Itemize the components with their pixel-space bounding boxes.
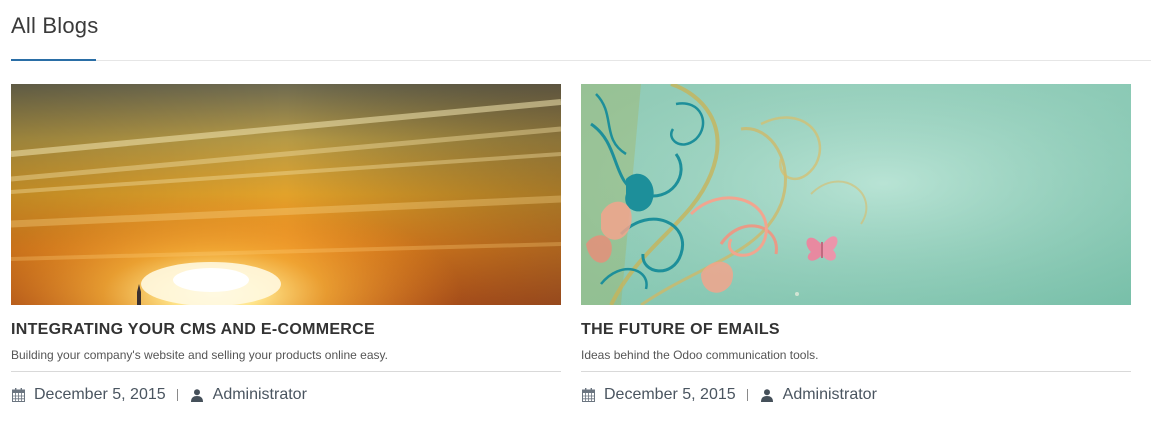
post-date: December 5, 2015 <box>604 386 736 403</box>
title-underline <box>11 59 96 61</box>
post-subtitle: Building your company's website and sell… <box>11 348 388 362</box>
post-date: December 5, 2015 <box>34 386 166 403</box>
post-author[interactable]: Administrator <box>213 386 307 404</box>
blog-post-card: INTEGRATING YOUR CMS AND E-COMMERCE Buil… <box>11 84 561 406</box>
blog-post-card: THE FUTURE OF EMAILS Ideas behind the Od… <box>581 84 1131 406</box>
page-title: All Blogs <box>11 13 99 38</box>
user-icon <box>760 387 774 403</box>
post-title[interactable]: THE FUTURE OF EMAILS <box>581 320 1131 340</box>
post-title[interactable]: INTEGRATING YOUR CMS AND E-COMMERCE <box>11 320 561 340</box>
blog-listing-page: All Blogs INTEGRATING YOUR CMS AND E-COM… <box>0 0 1159 424</box>
meta-divider <box>746 389 748 401</box>
post-meta: December 5, 2015 Administrator <box>581 384 1131 406</box>
post-subtitle: Ideas behind the Odoo communication tool… <box>581 348 819 362</box>
post-separator <box>581 371 1131 372</box>
post-meta: December 5, 2015 Administrator <box>11 384 561 406</box>
page-header: All Blogs <box>11 0 1151 61</box>
post-cover-sunset[interactable] <box>11 84 561 305</box>
calendar-icon <box>581 387 595 403</box>
calendar-icon <box>11 387 25 403</box>
meta-divider <box>176 389 178 401</box>
sunset-image <box>11 84 561 305</box>
post-cover-floral[interactable] <box>581 84 1131 305</box>
post-separator <box>11 371 561 372</box>
post-author[interactable]: Administrator <box>783 386 877 404</box>
floral-butterfly-image <box>581 84 1131 305</box>
user-icon <box>190 387 204 403</box>
